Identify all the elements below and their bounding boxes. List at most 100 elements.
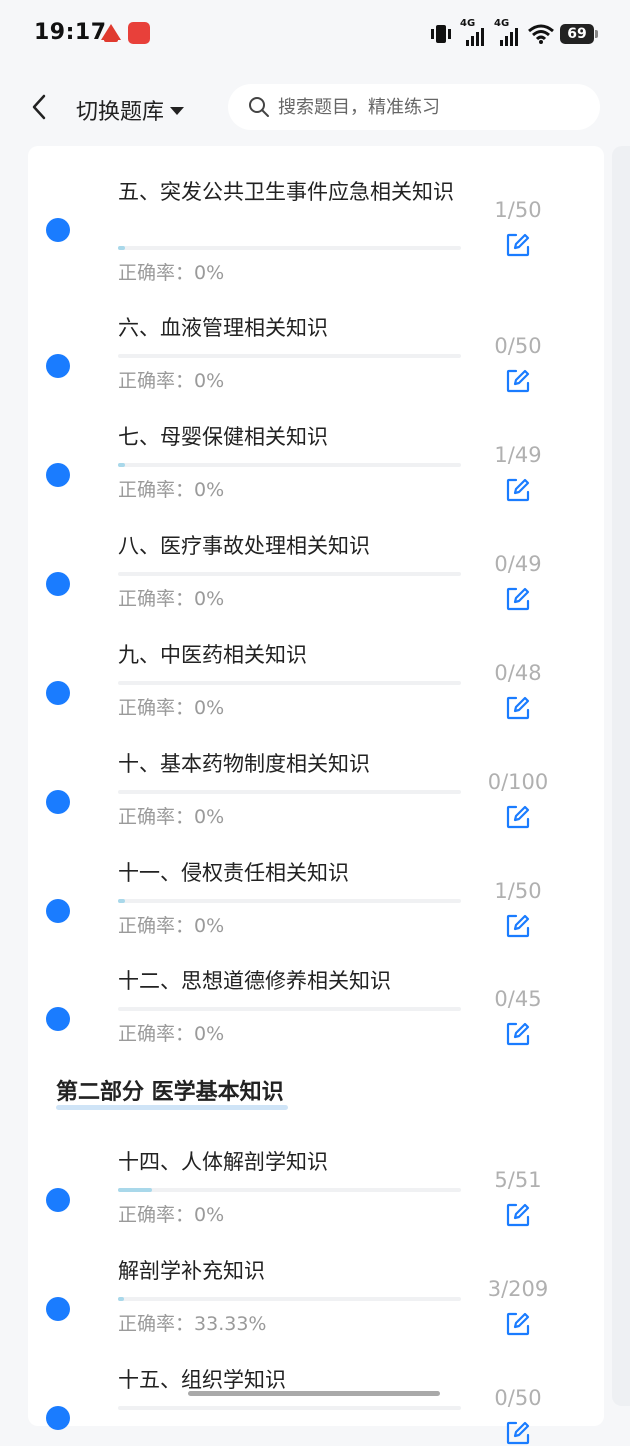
accuracy-text: 正确率：0% (118, 911, 224, 938)
accuracy-text: 正确率：0% (118, 1200, 224, 1227)
question-count: 0/45 (494, 987, 542, 1011)
question-count: 0/50 (494, 334, 542, 358)
edit-icon[interactable] (505, 1420, 531, 1446)
progress-track (118, 1406, 461, 1410)
section-title: 第二部分 医学基本知识 (56, 1074, 288, 1110)
app-notification-icon-2 (128, 22, 150, 44)
chapter-title: 八、医疗事故处理相关知识 (118, 534, 370, 558)
chapter-title: 十五、组织学知识 (118, 1368, 286, 1392)
chapter-status-dot (46, 790, 70, 814)
chapter-status-dot (46, 354, 70, 378)
progress-track (118, 681, 461, 685)
accuracy-text: 正确率：0% (118, 584, 224, 611)
accuracy-text: 正确率：33.33% (118, 1309, 266, 1336)
accuracy-label: 正确率： (118, 1313, 195, 1335)
edit-icon[interactable] (505, 1202, 531, 1228)
search-icon (249, 97, 269, 117)
accuracy-value: 0% (194, 479, 225, 501)
vibrate-icon (431, 25, 451, 43)
chapter-status-dot (46, 1007, 70, 1031)
progress-fill (118, 1297, 125, 1301)
edit-icon[interactable] (505, 586, 531, 612)
status-time: 19:17 (34, 20, 107, 45)
accuracy-label: 正确率： (118, 588, 195, 610)
back-arrow-icon[interactable] (28, 92, 52, 122)
accuracy-text: 正确率：0% (118, 366, 224, 393)
accuracy-label: 正确率： (118, 262, 195, 284)
chapter-title: 九、中医药相关知识 (118, 643, 307, 667)
chapter-status-dot (46, 1188, 70, 1212)
accuracy-text: 正确率：0% (118, 475, 224, 502)
progress-track (118, 1007, 461, 1011)
section-underline (56, 1105, 288, 1110)
chapter-status-dot (46, 681, 70, 705)
progress-fill (118, 1188, 152, 1192)
edit-icon[interactable] (505, 695, 531, 721)
accuracy-label: 正确率： (118, 1023, 195, 1045)
app-notification-icon (101, 24, 121, 42)
question-count: 3/209 (487, 1277, 549, 1301)
progress-track (118, 1297, 461, 1301)
chapter-status-dot (46, 572, 70, 596)
chapter-title: 七、母婴保健相关知识 (118, 425, 328, 449)
accuracy-value: 0% (194, 1204, 225, 1226)
accuracy-label: 正确率： (118, 697, 195, 719)
chapter-title: 六、血液管理相关知识 (118, 316, 328, 340)
question-count: 0/49 (494, 552, 542, 576)
battery-level: 69 (567, 26, 587, 42)
switch-label: 切换题库 (76, 100, 165, 125)
accuracy-label: 正确率： (118, 479, 195, 501)
accuracy-value: 0% (194, 1023, 225, 1045)
accuracy-label: 正确率： (118, 1204, 195, 1226)
progress-track (118, 246, 461, 250)
progress-track (118, 899, 461, 903)
edit-icon[interactable] (505, 913, 531, 939)
search-input[interactable] (276, 95, 580, 119)
chapter-title: 五、突发公共卫生事件应急相关知识 (118, 180, 454, 204)
next-card-edge (612, 146, 630, 1406)
search-box[interactable] (228, 84, 600, 130)
accuracy-value: 0% (194, 806, 225, 828)
question-count: 1/50 (494, 879, 542, 903)
switch-question-bank-button[interactable]: 切换题库 (76, 94, 185, 126)
chapter-title: 十一、侵权责任相关知识 (118, 861, 349, 885)
accuracy-label: 正确率： (118, 806, 195, 828)
chapter-status-dot (46, 899, 70, 923)
progress-track (118, 790, 461, 794)
signal-icon-1: 4G (460, 18, 488, 46)
question-count: 0/100 (487, 770, 549, 794)
progress-track (118, 463, 461, 467)
progress-track (118, 572, 461, 576)
accuracy-value: 33.33% (194, 1313, 267, 1335)
edit-icon[interactable] (505, 1311, 531, 1337)
caret-down-icon (170, 107, 185, 115)
chapter-status-dot (46, 1297, 70, 1321)
progress-track (118, 354, 461, 358)
edit-icon[interactable] (505, 368, 531, 394)
question-count: 5/51 (494, 1168, 542, 1192)
section-title-text: 第二部分 医学基本知识 (56, 1080, 284, 1105)
question-count: 1/50 (494, 198, 542, 222)
accuracy-text: 正确率：0% (118, 693, 224, 720)
accuracy-value: 0% (194, 262, 225, 284)
home-indicator[interactable] (188, 1391, 440, 1396)
question-count: 0/50 (494, 1386, 542, 1410)
progress-fill (118, 246, 125, 250)
accuracy-value: 0% (194, 370, 225, 392)
edit-icon[interactable] (505, 232, 531, 258)
edit-icon[interactable] (505, 804, 531, 830)
progress-fill (118, 463, 125, 467)
chapter-title: 十二、思想道德修养相关知识 (118, 969, 391, 993)
wifi-icon (528, 24, 554, 44)
top-bar: 切换题库 (0, 70, 630, 146)
accuracy-value: 0% (194, 697, 225, 719)
edit-icon[interactable] (505, 1021, 531, 1047)
chapter-title: 解剖学补充知识 (118, 1259, 265, 1283)
progress-fill (118, 899, 125, 903)
chapter-status-dot (46, 463, 70, 487)
accuracy-label: 正确率： (118, 370, 195, 392)
progress-track (118, 1188, 461, 1192)
chapter-title: 十四、人体解剖学知识 (118, 1150, 328, 1174)
edit-icon[interactable] (505, 477, 531, 503)
chapter-status-dot (46, 218, 70, 242)
